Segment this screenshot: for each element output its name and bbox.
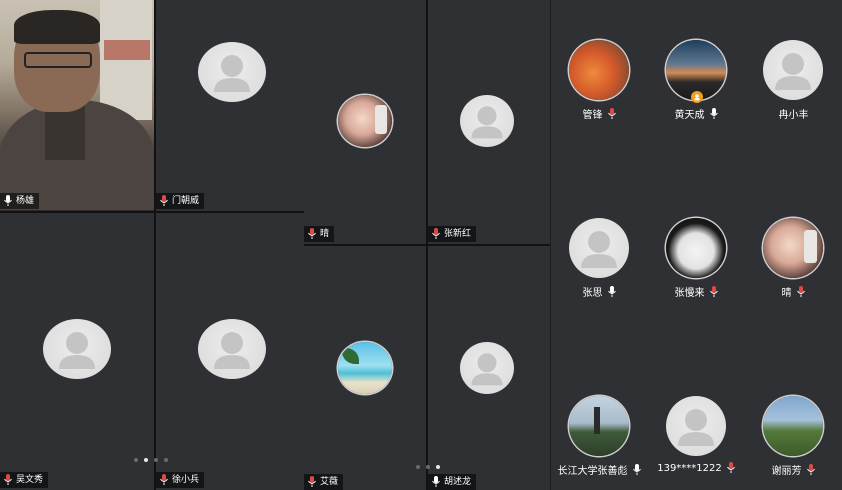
video-tile-zhang-xinhong[interactable]: 张新红 [428,0,550,244]
participant-name-row: 139****1222 [648,462,745,474]
participant-name: 黄天成 [674,110,705,121]
mic-muted-icon [806,463,815,475]
default-avatar [460,95,514,147]
participant-name-row: 长江大学张善彪 [551,462,648,477]
person-silhouette-icon [214,55,250,92]
participant-name: 晴 [320,229,330,239]
video-grid-page-1: 杨雄 门朝威 吴文秀 徐小兵 [0,0,304,490]
participant-name: 张慢来 [674,288,705,299]
mic-icon [709,107,718,119]
default-avatar [763,40,823,100]
avatar-photo [569,40,629,100]
participant-name: 晴 [781,288,792,299]
mic-muted-icon [308,476,316,487]
participant-label: 门朝威 [156,193,205,209]
default-avatar [43,319,111,379]
avatar-photo [338,342,392,394]
page-indicator[interactable] [416,465,440,469]
mic-muted-icon [432,228,440,239]
person-silhouette-icon [214,332,250,369]
default-avatar [198,319,266,379]
participant-name: 张思 [582,288,603,299]
participant-name: 胡述龙 [444,477,472,487]
participant-label: 吴文秀 [0,472,49,488]
participant-name-row: 晴 [745,284,842,299]
participant-name: 徐小兵 [172,475,200,485]
avatar-photo [666,218,726,278]
participant-label: 张新红 [428,226,477,242]
video-tile-wu-wenxiu[interactable]: 吴文秀 [0,213,154,490]
avatar-photo [569,396,629,456]
participant-name: 门朝威 [172,196,200,206]
participant-name: 张新红 [444,229,472,239]
video-tile-men-chaowei[interactable]: 门朝威 [156,0,304,211]
participant-name-row: 冉小丰 [745,106,842,121]
mic-icon [4,195,12,206]
participant-name: 冉小丰 [778,110,809,121]
participant-name-row: 张思 [551,284,648,299]
page-dot[interactable] [154,458,158,462]
default-avatar [666,396,726,456]
video-tile-qing[interactable]: 晴 [304,0,426,244]
participant-label: 胡述龙 [428,474,477,490]
participant-name: 谢丽芳 [771,466,802,477]
mic-muted-icon [726,462,735,473]
participant-name-row: 张慢来 [648,284,745,299]
mic-muted-icon [796,285,805,297]
mic-muted-icon [160,195,168,206]
participant-name: 管锋 [582,110,603,121]
participant-name-row: 黄天成 [648,106,745,121]
person-silhouette-icon [471,353,503,386]
person-silhouette-icon [775,53,811,90]
participant-name: 杨雄 [16,196,35,206]
default-avatar [569,218,629,278]
participant-label: 徐小兵 [156,472,205,488]
page-indicator[interactable] [134,458,168,462]
mic-icon [607,285,616,297]
participant-name: 长江大学张善彪 [557,466,628,477]
participant-label: 艾薇 [304,474,344,490]
default-avatar [460,342,514,394]
person-silhouette-icon [678,409,714,446]
mic-muted-icon [607,107,616,119]
participant-grid: 管锋 黄天成 冉小丰张思 张慢来 晴长江大学张善彪 139****1222 谢丽芳 [551,0,842,490]
page-dot[interactable] [416,465,420,469]
person-silhouette-icon [581,231,617,268]
camera-feed [0,0,154,211]
page-dot-active[interactable] [436,465,440,469]
avatar-photo [763,396,823,456]
video-tile-ai-wei[interactable]: 艾薇 [304,246,426,490]
participant-label: 杨雄 [0,193,40,209]
avatar-photo [338,95,392,147]
mic-muted-icon [709,285,718,297]
participant-name: 艾薇 [320,477,339,487]
page-dot-active[interactable] [144,458,148,462]
video-tile-xu-xiaobing[interactable]: 徐小兵 [156,213,304,490]
avatar-photo [763,218,823,278]
participant-name: 吴文秀 [16,475,44,485]
video-grid-page-2: 晴 张新红 艾薇 胡述龙 [304,0,550,490]
participant-label: 晴 [304,226,335,242]
page-dot[interactable] [426,465,430,469]
mic-muted-icon [308,228,316,239]
participant-name-row: 谢丽芳 [745,462,842,477]
page-dot[interactable] [134,458,138,462]
video-tile-hu-shulong[interactable]: 胡述龙 [428,246,550,490]
mic-icon [432,476,440,487]
person-silhouette-icon [471,106,503,139]
mic-icon [632,463,641,475]
participant-name: 139****1222 [657,462,722,474]
mic-muted-icon [160,474,168,485]
participant-name-row: 管锋 [551,106,648,121]
default-avatar [198,42,266,102]
video-tile-yang-xiong[interactable]: 杨雄 [0,0,154,211]
host-badge-icon [691,91,703,103]
mic-muted-icon [4,474,12,485]
person-silhouette-icon [59,332,95,369]
page-dot[interactable] [164,458,168,462]
